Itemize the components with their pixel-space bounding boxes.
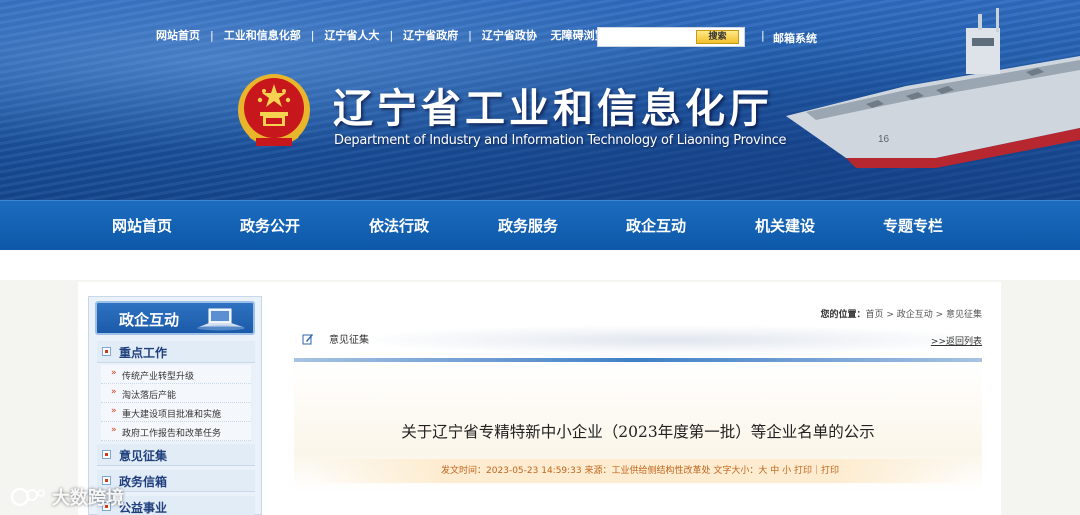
sidebar-item-label: 政务信箱: [119, 475, 168, 489]
sidebar-subitem[interactable]: » 政府工作报告和改革任务: [101, 422, 251, 441]
nav-interaction[interactable]: 政企互动: [614, 201, 698, 251]
sidebar-item-opinions[interactable]: 意见征集: [97, 444, 255, 466]
nav-services[interactable]: 政务服务: [486, 201, 570, 251]
arrow-icon: »: [111, 425, 117, 435]
arrow-icon: »: [111, 406, 117, 416]
article-meta: 发文时间：2023-05-23 14:59:33 来源：工业供给侧结构性改革处 …: [310, 459, 970, 483]
sidebar-item-key-work[interactable]: 重点工作: [97, 341, 255, 363]
nav-special[interactable]: 专题专栏: [871, 201, 955, 251]
top-link-separator: |: [389, 28, 394, 42]
laptop-icon: [197, 308, 245, 331]
bullet-icon: [102, 450, 111, 459]
top-link-separator: |: [210, 28, 214, 42]
sidebar-subitem[interactable]: » 淘汰落后产能: [101, 384, 251, 403]
top-links: 网站首页 | 工业和信息化部 | 辽宁省人大 | 辽宁省政府 | 辽宁省政协 |…: [156, 27, 606, 43]
back-to-list-link[interactable]: >>返回列表: [931, 334, 982, 347]
search-button[interactable]: 搜索: [696, 30, 739, 44]
article-section-header: 意见征集 >>返回列表: [294, 322, 982, 358]
top-link-cppcc[interactable]: 辽宁省政协: [482, 27, 537, 43]
sidebar-subitem-label: 重大建设项目批准和实施: [122, 410, 222, 420]
arrow-icon: »: [111, 368, 117, 378]
top-link-separator: |: [468, 28, 472, 42]
breadcrumb-prefix: 您的位置：: [820, 310, 866, 320]
top-link-home[interactable]: 网站首页: [156, 27, 200, 43]
nav-law[interactable]: 依法行政: [357, 201, 441, 251]
sidebar-subitem-label: 传统产业转型升级: [122, 372, 195, 382]
top-link-gov[interactable]: 辽宁省政府: [403, 27, 458, 43]
top-link-separator: |: [761, 29, 765, 42]
sidebar-subitem[interactable]: » 传统产业转型升级: [101, 365, 251, 384]
top-link-npc[interactable]: 辽宁省人大: [324, 27, 379, 43]
site-title: 辽宁省工业和信息化厅: [333, 85, 773, 132]
sidebar-item-label: 公益事业: [119, 501, 168, 515]
site-subtitle: Department of Industry and Information T…: [334, 133, 787, 148]
sidebar-subitem-label: 政府工作报告和改革任务: [122, 429, 222, 439]
svg-text:16: 16: [878, 134, 890, 145]
bullet-icon: [102, 347, 111, 356]
sidebar-subitem[interactable]: » 重大建设项目批准和实施: [101, 403, 251, 422]
watermark-logo-icon: [10, 487, 45, 507]
watermark-text: 大数跨境: [52, 488, 124, 509]
national-emblem-icon: [238, 74, 310, 146]
nav-home[interactable]: 网站首页: [100, 201, 184, 251]
article-title: 关于辽宁省专精特新中小企业（2023年度第一批）等企业名单的公示: [401, 423, 875, 441]
nav-organ[interactable]: 机关建设: [743, 201, 827, 251]
sidebar-header: 政企互动: [95, 301, 255, 335]
main-nav: 网站首页 政务公开 依法行政 政务服务 政企互动 机关建设 专题专栏: [0, 200, 1080, 250]
top-link-miit[interactable]: 工业和信息化部: [224, 27, 301, 43]
watermark: 大数跨境: [10, 482, 124, 512]
sidebar-title: 政企互动: [119, 311, 180, 329]
breadcrumb-path[interactable]: 首页 > 政企互动 > 意见征集: [865, 310, 982, 320]
aircraft-carrier-image: 16: [786, 8, 1080, 168]
section-title: 意见征集: [329, 335, 369, 346]
arrow-icon: »: [111, 387, 117, 397]
breadcrumb: 您的位置：首页 > 政企互动 > 意见征集: [820, 307, 982, 320]
header-banner: 网站首页 | 工业和信息化部 | 辽宁省人大 | 辽宁省政府 | 辽宁省政协 |…: [0, 0, 1080, 200]
nav-gov-affairs[interactable]: 政务公开: [228, 201, 312, 251]
top-link-separator: |: [310, 28, 315, 42]
sidebar-subitem-label: 淘汰落后产能: [122, 391, 177, 401]
sidebar-item-label: 重点工作: [119, 346, 168, 360]
edit-icon: [302, 334, 313, 345]
spacer-bar: [0, 250, 1080, 280]
sidebar-item-label: 意见征集: [119, 449, 168, 463]
